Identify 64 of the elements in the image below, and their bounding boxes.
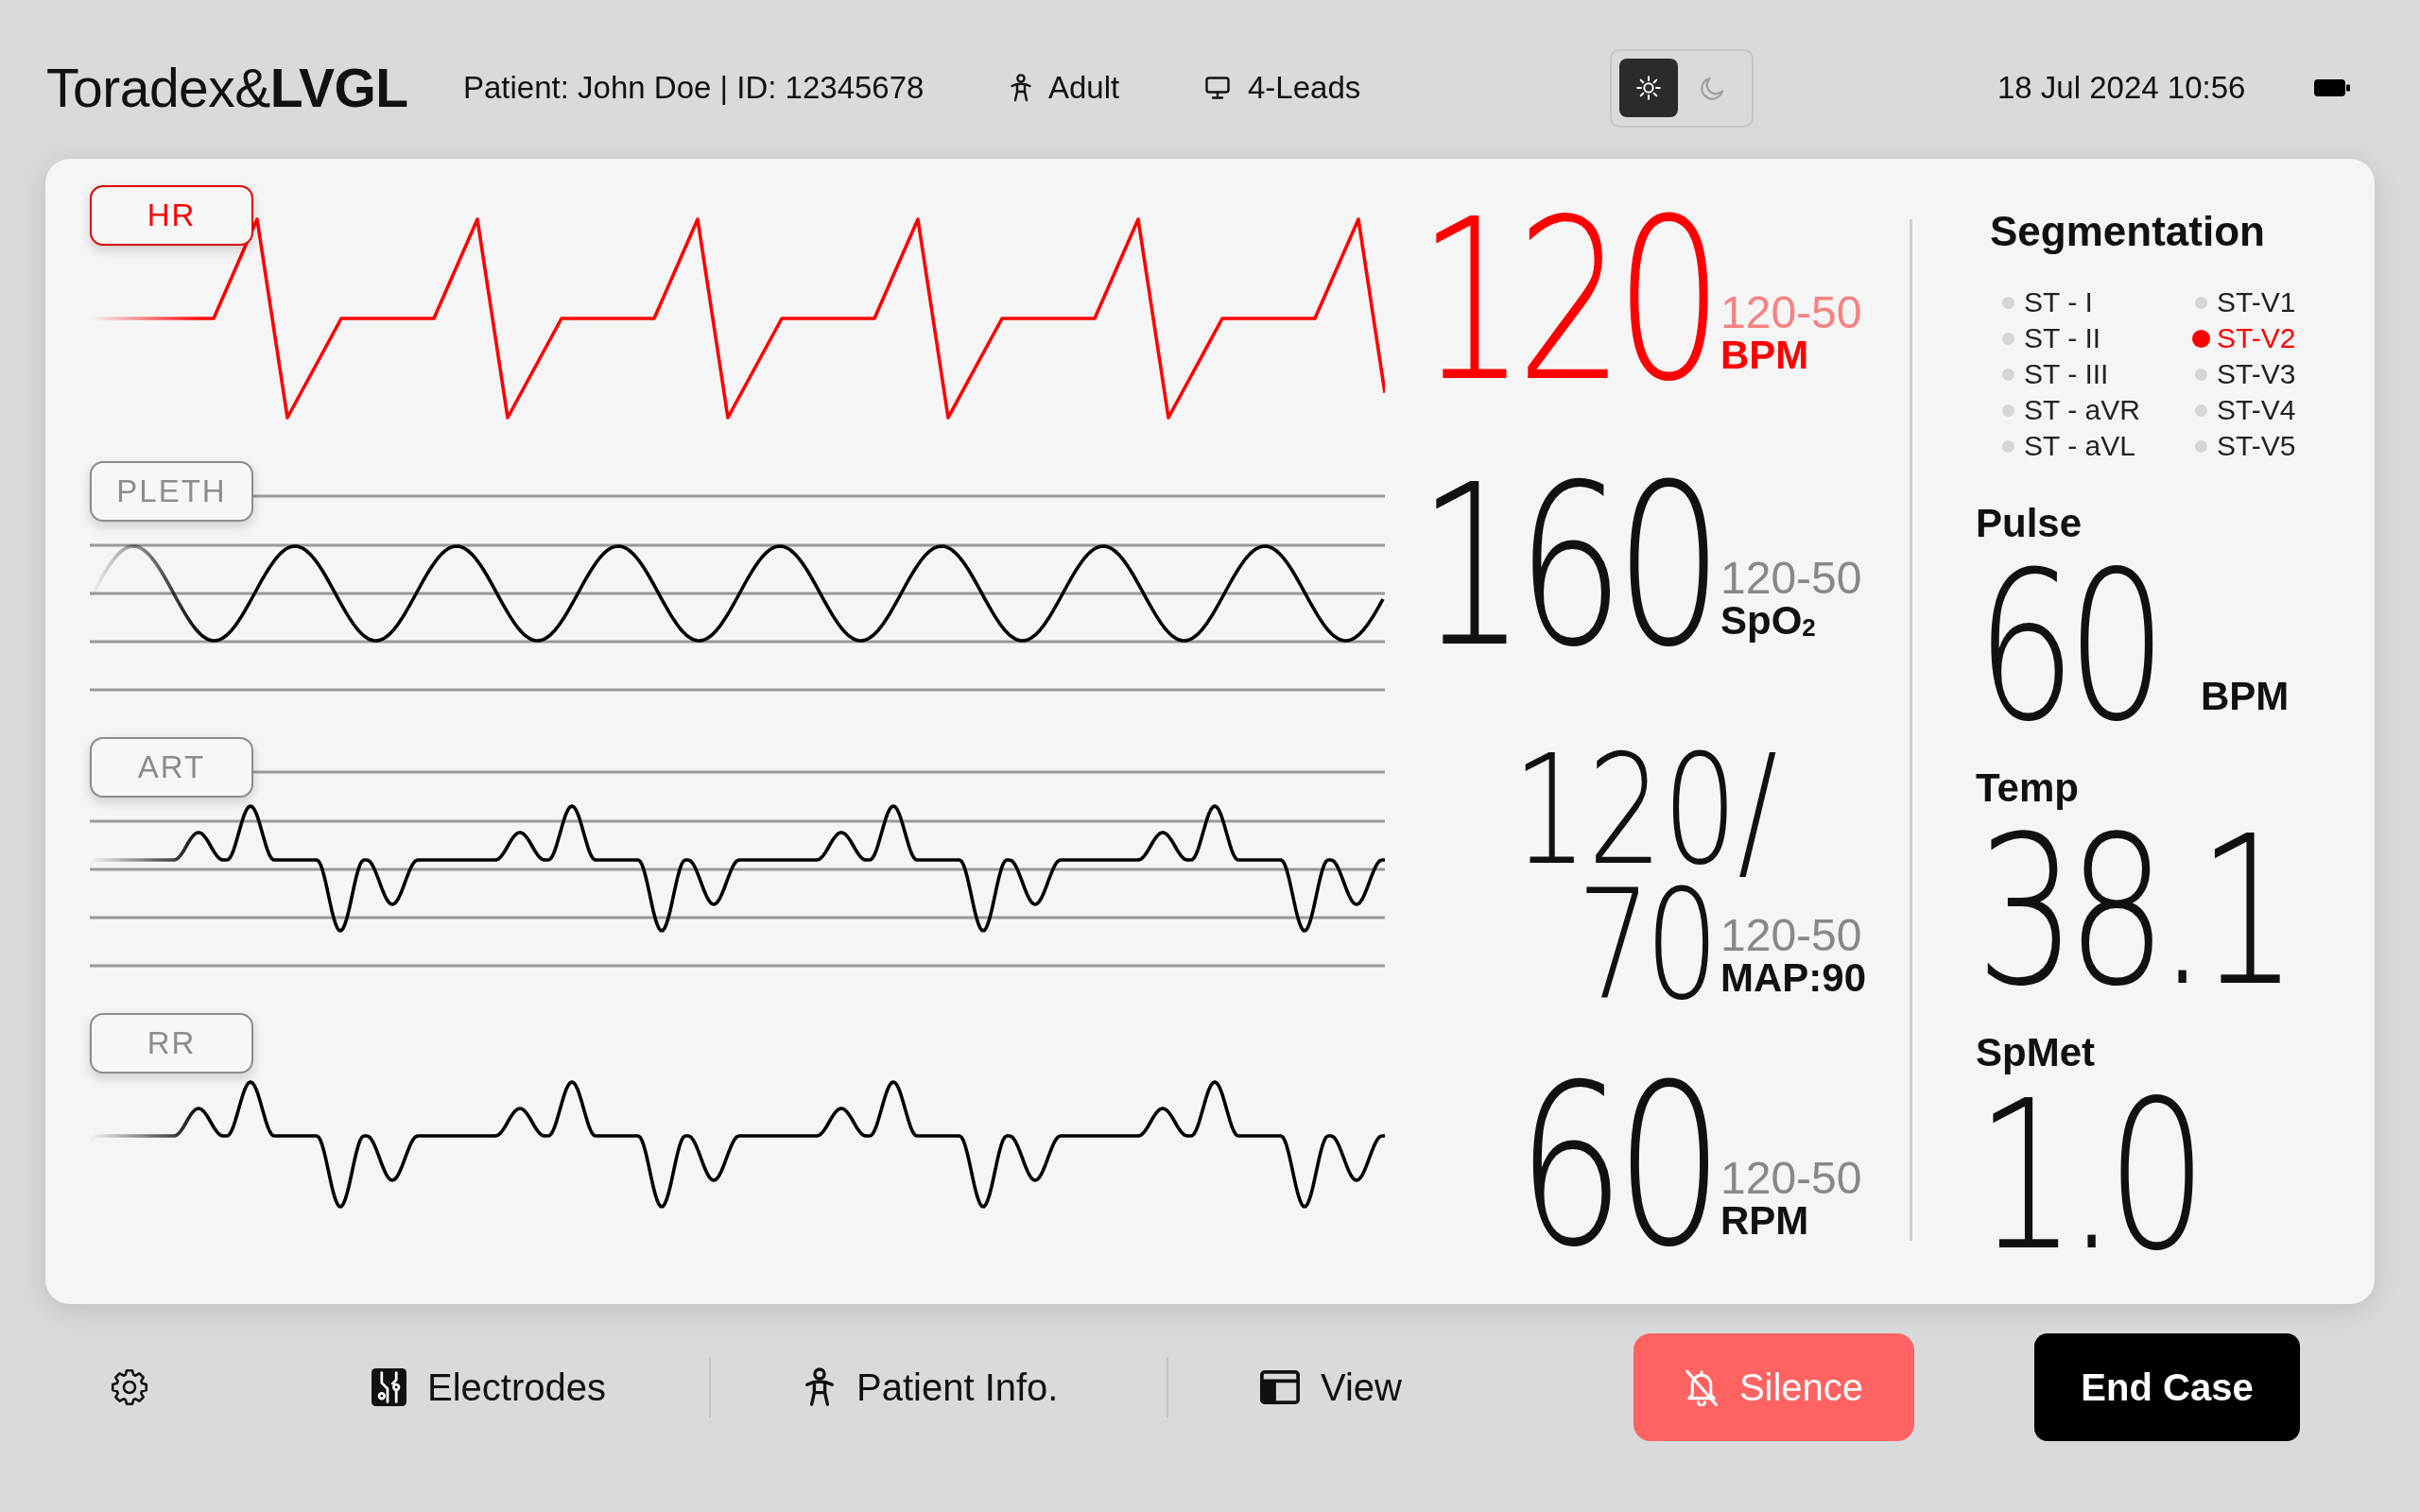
section-title: Segmentation bbox=[1990, 211, 2266, 252]
alarm-range: 120-50 bbox=[1720, 556, 1862, 601]
channel-label: HR bbox=[90, 185, 253, 246]
person-icon bbox=[1010, 74, 1032, 102]
status-dot-icon bbox=[2195, 404, 2207, 417]
layout-icon bbox=[1260, 1370, 1300, 1404]
status-dot-icon bbox=[2002, 404, 2014, 417]
unit-label: BPM bbox=[2201, 677, 2290, 716]
channel-label: RR bbox=[90, 1013, 253, 1074]
monitor-icon bbox=[1205, 77, 1230, 99]
patient-info-button[interactable]: Patient Info. bbox=[804, 1333, 1059, 1441]
circuit-icon bbox=[372, 1368, 406, 1406]
moon-icon bbox=[1701, 76, 1725, 100]
muted-bell-icon bbox=[1684, 1368, 1719, 1406]
status-dot-icon bbox=[2002, 332, 2014, 345]
status-dot-icon bbox=[2002, 439, 2014, 453]
vital-label: Temp bbox=[1976, 768, 2080, 808]
status-dot-icon bbox=[2192, 329, 2210, 348]
vital-value: 60 bbox=[1976, 562, 2158, 732]
lead-option[interactable]: ST-V2 bbox=[2195, 320, 2296, 356]
electrodes-button[interactable]: Electrodes bbox=[372, 1333, 606, 1441]
patient-info-text: Patient: John Doe | ID: 12345678 bbox=[463, 70, 925, 106]
lead-option[interactable]: ST - III bbox=[2002, 356, 2109, 392]
lead-option[interactable]: ST - II bbox=[2002, 320, 2101, 356]
alarm-range: 120-50 bbox=[1720, 290, 1862, 335]
lead-option[interactable]: ST - aVR bbox=[2002, 392, 2140, 428]
lead-option[interactable]: ST - aVL bbox=[2002, 428, 2135, 464]
end-case-button[interactable]: End Case bbox=[2034, 1333, 2300, 1441]
view-button[interactable]: View bbox=[1260, 1333, 1402, 1441]
status-dot-icon bbox=[2002, 368, 2014, 381]
vital-value: 120 bbox=[1417, 207, 1714, 396]
alarm-range: 120-50 bbox=[1720, 1156, 1862, 1201]
lead-option[interactable]: ST - I bbox=[2002, 284, 2093, 320]
unit-label: BPM bbox=[1720, 335, 1810, 375]
theme-button[interactable] bbox=[1619, 59, 1678, 117]
vital-value: 120/ bbox=[1512, 737, 1778, 885]
leads-label: 4-Leads bbox=[1248, 70, 1361, 106]
vital-label: Pulse bbox=[1976, 504, 2083, 543]
settings-icon bbox=[111, 1368, 148, 1406]
alarm-range: 120-50 bbox=[1720, 913, 1863, 958]
vital-value: 60 bbox=[1516, 1073, 1714, 1262]
lead-option[interactable]: ST-V5 bbox=[2195, 428, 2296, 464]
channel-label: PLETH bbox=[90, 461, 253, 522]
vital-value: 160 bbox=[1417, 472, 1714, 662]
battery-icon bbox=[2314, 78, 2350, 97]
lead-option[interactable]: ST-V1 bbox=[2195, 284, 2296, 320]
lead-option[interactable]: ST-V4 bbox=[2195, 392, 2296, 428]
status-dot-icon bbox=[2195, 368, 2207, 381]
logo: Toradex&LVGL bbox=[46, 57, 408, 119]
vital-label: SpMet bbox=[1976, 1033, 2096, 1073]
person-icon bbox=[804, 1367, 836, 1407]
status-dot-icon bbox=[2195, 296, 2207, 309]
date-time: 18 Jul 2024 10:56 bbox=[1997, 70, 2246, 106]
vital-value: 70 bbox=[1577, 885, 1714, 1007]
vital-value: 38.1 bbox=[1976, 827, 2289, 997]
sun-icon bbox=[1636, 76, 1661, 100]
patient-type-label: Adult bbox=[1048, 70, 1120, 106]
status-dot-icon bbox=[2195, 439, 2207, 453]
unit-label: RPM bbox=[1720, 1201, 1810, 1241]
unit-label: MAP:90 bbox=[1720, 958, 1867, 998]
status-dot-icon bbox=[2002, 296, 2014, 309]
channel-label: ART bbox=[90, 737, 253, 798]
vital-value: 1.0 bbox=[1976, 1091, 2198, 1262]
lead-option[interactable]: ST-V3 bbox=[2195, 356, 2296, 392]
